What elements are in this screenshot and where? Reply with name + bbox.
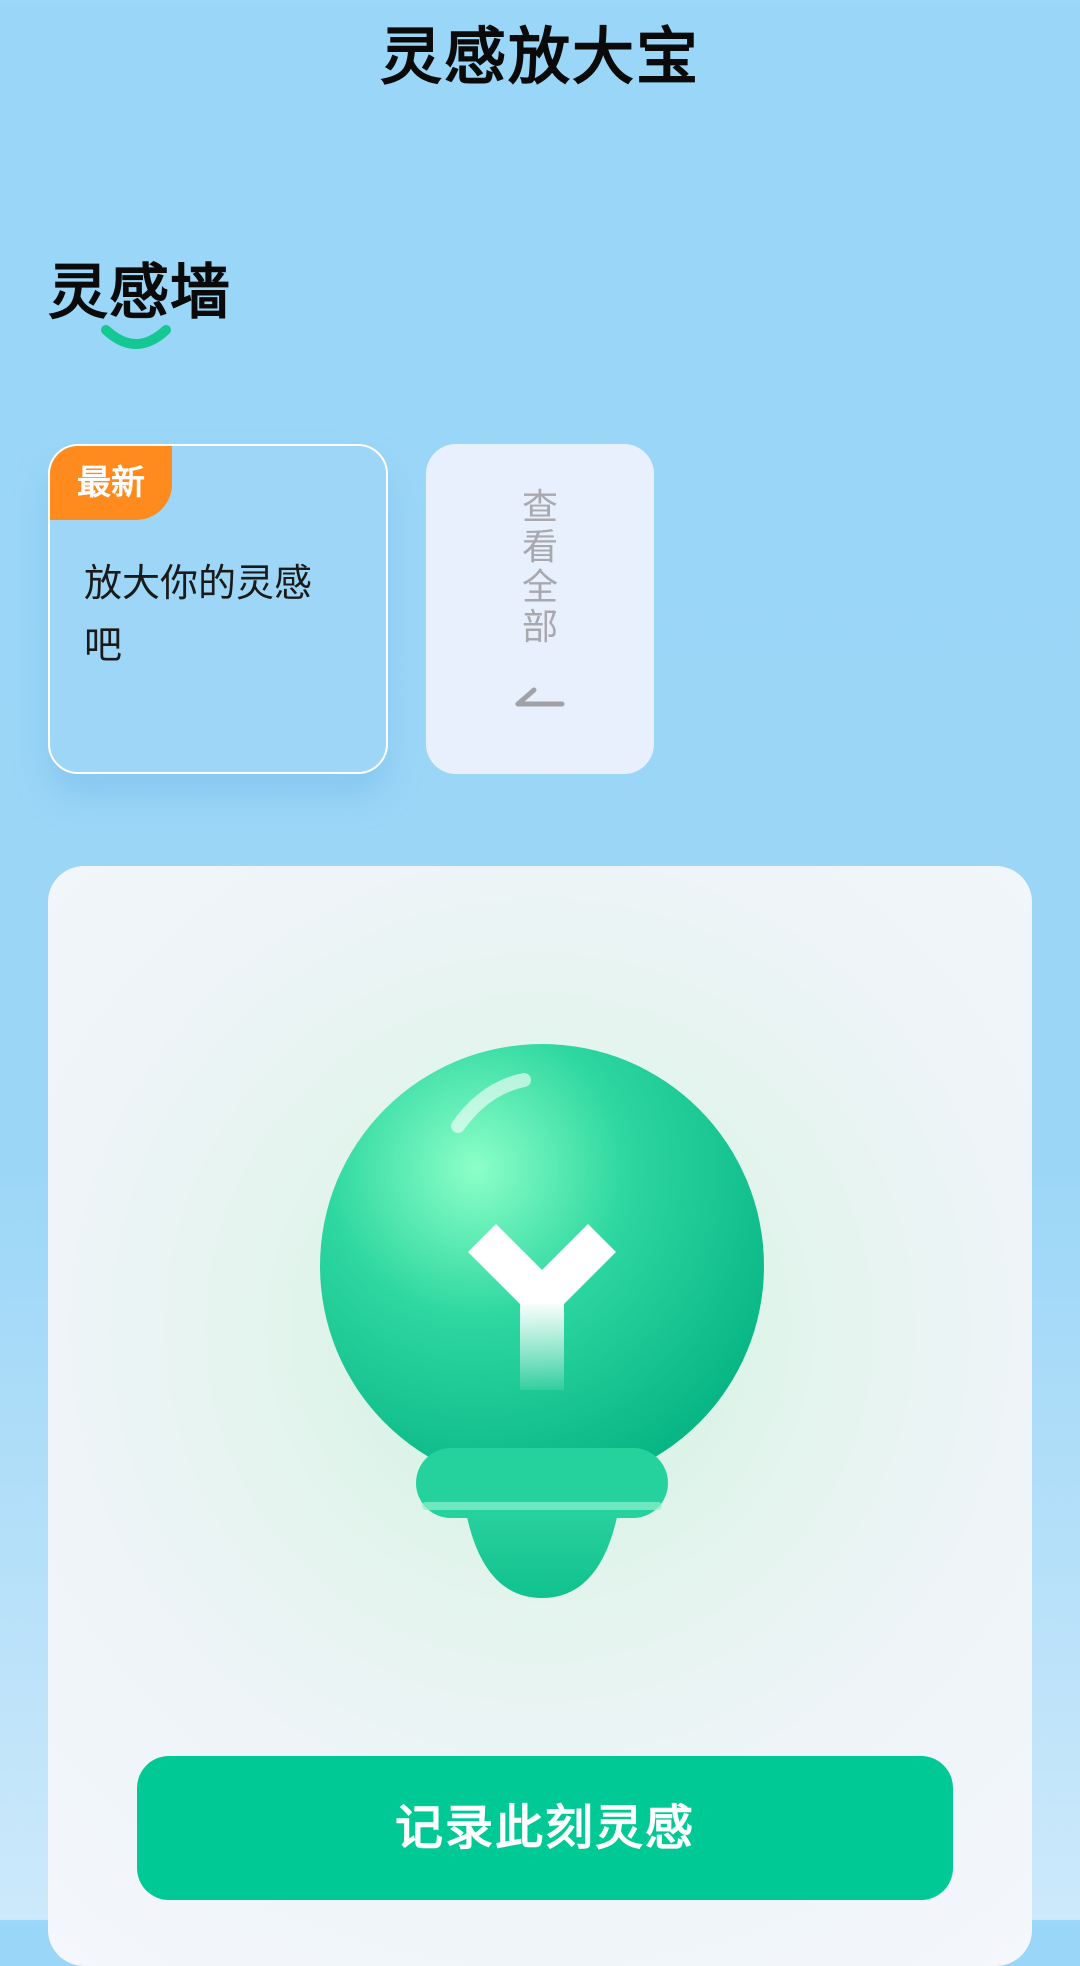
inspiration-wall-header: 灵感墙 [48, 244, 238, 364]
lightbulb-icon [320, 1044, 764, 1598]
latest-inspiration-card[interactable]: 最新 放大你的灵感吧 [48, 444, 388, 774]
view-all-char: 看 [521, 527, 558, 568]
wall-title: 灵感墙 [48, 258, 231, 328]
view-all-char: 查 [521, 487, 558, 528]
page-title: 灵感放大宝 [379, 20, 700, 93]
view-all-char: 全 [521, 567, 558, 608]
view-all-label: 查 看 全 部 [520, 488, 560, 658]
record-inspiration-button[interactable]: 记录此刻灵感 [137, 1756, 953, 1900]
arrow-left-icon [515, 687, 565, 707]
inspiration-text: 放大你的灵感吧 [84, 561, 313, 667]
smile-icon [101, 325, 171, 349]
view-all-char: 部 [521, 607, 558, 648]
latest-badge: 最新 [50, 446, 172, 520]
view-all-card[interactable]: 查 看 全 部 [426, 444, 654, 774]
